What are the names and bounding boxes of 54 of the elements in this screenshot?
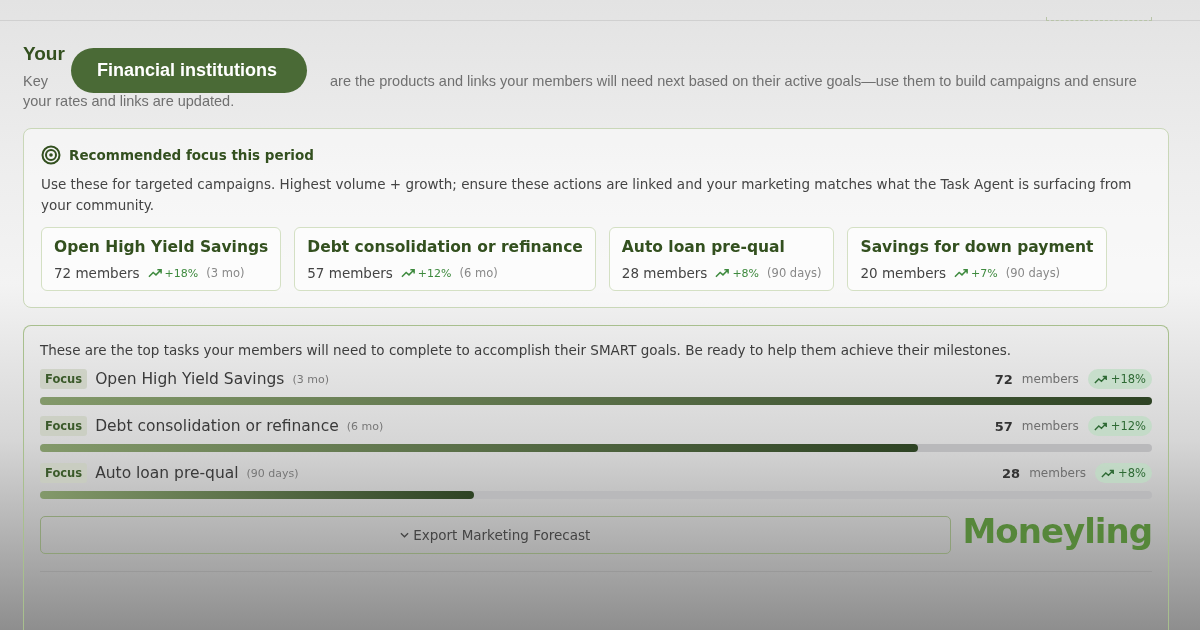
page-subtitle: Key	[23, 72, 48, 91]
target-icon	[41, 145, 61, 165]
growth-value: +18%	[164, 266, 199, 280]
period-label: (3 mo)	[292, 372, 329, 386]
focus-card[interactable]: Savings for down payment 20 members +7% (90 days)	[847, 227, 1107, 291]
focus-card[interactable]: Debt consolidation or refinance 57 members +12% (6 mo)	[294, 227, 596, 291]
category-banner: Financial institutions	[71, 48, 307, 93]
page-title: Your	[23, 43, 66, 65]
period-label: (3 mo)	[206, 266, 245, 280]
period-label: (6 mo)	[346, 419, 384, 433]
trend-up-icon	[715, 268, 731, 278]
trend-up-icon	[147, 268, 163, 278]
export-button[interactable]: Export Marketing Forecast	[40, 516, 951, 554]
focus-description: Use these for targeted campaigns. Highest volume + growth; ensure these actions are linked and your marketing matches what the Task Agent is surfacing from your community.	[41, 175, 1133, 215]
card-title: Debt consolidation or refinance	[307, 238, 583, 256]
growth-value: +8%	[732, 266, 760, 280]
card-title: Savings for down payment	[860, 238, 1094, 256]
page-subtitle: your rates and links are updated.	[23, 93, 235, 109]
focus-title: Recommended focus this period	[69, 147, 314, 163]
period-label: (90 days)	[767, 266, 822, 280]
period-label: (90 days)	[1005, 266, 1061, 280]
member-count: 72	[994, 371, 1013, 387]
trend-up-icon	[954, 268, 970, 278]
focus-tag: Focus	[40, 416, 88, 436]
task-name: Open High Yield Savings	[95, 370, 285, 388]
task-name: Debt consolidation or refinance	[95, 417, 339, 435]
focus-tag: Focus	[40, 463, 88, 483]
member-count: 28	[1002, 465, 1021, 481]
brand-logo: Moneyling	[962, 511, 1152, 551]
growth-value: +12%	[417, 266, 452, 280]
chevron-down-icon	[400, 532, 410, 538]
focus-tag: Focus	[40, 369, 88, 389]
members-label: members	[1021, 372, 1079, 386]
task-name: Auto loan pre-qual	[95, 464, 239, 482]
focus-card[interactable]: Auto loan pre-qual 28 members +8% (90 days)	[608, 227, 835, 291]
page-subtitle: are the products and links your members will need next based on their active goals—use them to build campaigns and ensure	[330, 72, 1137, 91]
member-count: 28 members	[621, 265, 708, 281]
members-label: members	[1021, 419, 1079, 433]
member-count: 57	[994, 418, 1013, 434]
card-title: Auto loan pre-qual	[621, 238, 786, 256]
focus-card[interactable]: Open High Yield Savings 72 members +18% (3 mo)	[41, 227, 282, 291]
member-count: 57 members	[307, 265, 393, 281]
growth-value: +7%	[971, 266, 998, 280]
member-count: 72 members	[54, 265, 140, 281]
members-label: members	[1029, 466, 1087, 480]
trend-up-icon	[400, 268, 416, 278]
period-label: (90 days)	[246, 466, 299, 480]
growth-badge: +18%	[1087, 369, 1152, 389]
growth-badge: +12%	[1087, 416, 1152, 436]
growth-badge: +8%	[1095, 463, 1152, 483]
period-label: (6 mo)	[459, 266, 498, 280]
card-title: Open High Yield Savings	[54, 238, 269, 256]
tasks-intro: These are the top tasks your members will need to complete to accomplish their SMART goals. Be ready to help them achieve their milestones.	[40, 342, 1013, 358]
member-count: 20 members	[860, 265, 947, 281]
